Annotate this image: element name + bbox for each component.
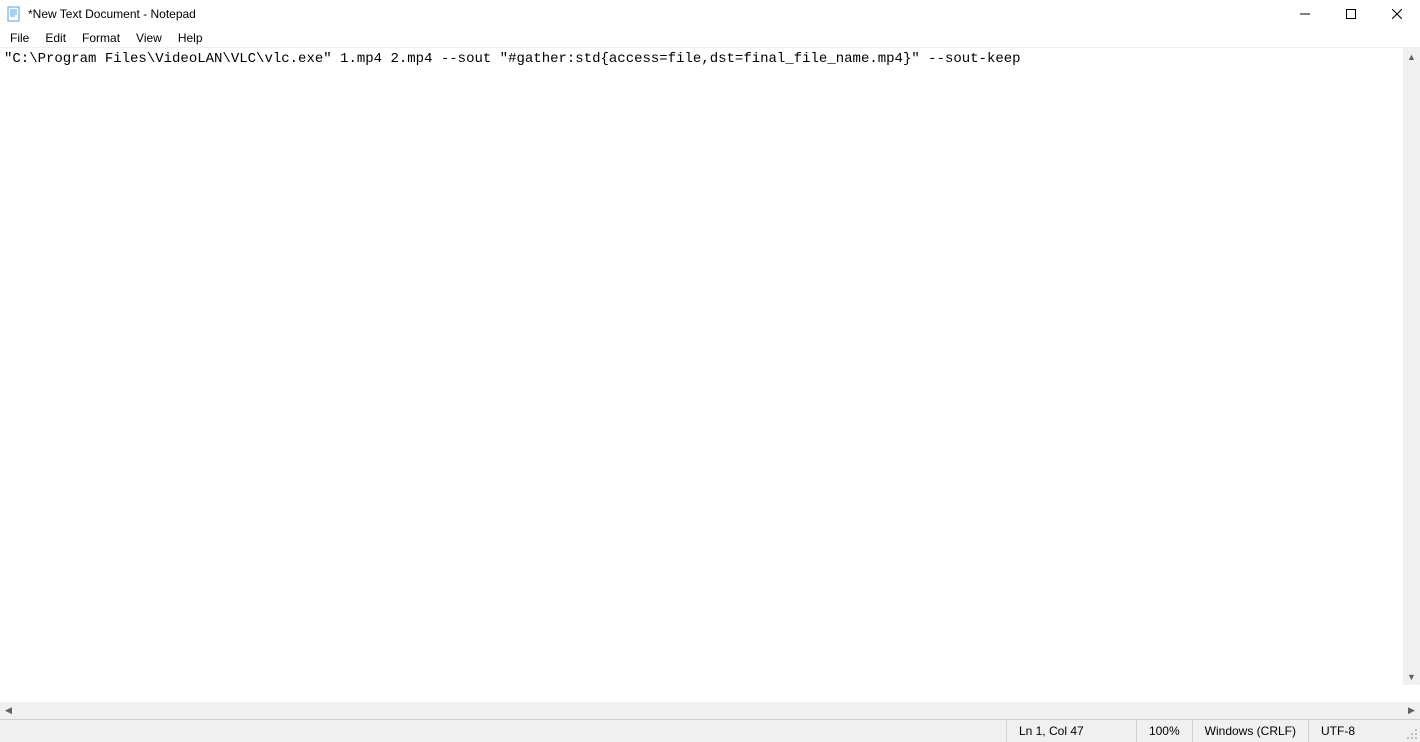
menu-view[interactable]: View [128,29,170,47]
vertical-scrollbar[interactable]: ▲ ▼ [1403,48,1420,685]
close-button[interactable] [1374,0,1420,28]
status-zoom: 100% [1136,720,1192,742]
status-cursor-position: Ln 1, Col 47 [1006,720,1136,742]
resize-grip[interactable] [1403,720,1420,742]
titlebar: *New Text Document - Notepad [0,0,1420,28]
menu-format[interactable]: Format [74,29,128,47]
titlebar-left: *New Text Document - Notepad [6,6,196,22]
maximize-icon [1346,7,1356,22]
close-icon [1392,7,1402,22]
minimize-button[interactable] [1282,0,1328,28]
horizontal-scrollbar[interactable]: ◀ ▶ [0,702,1420,719]
status-line-ending: Windows (CRLF) [1192,720,1308,742]
scroll-up-icon[interactable]: ▲ [1403,48,1420,65]
minimize-icon [1300,7,1310,22]
menubar: File Edit Format View Help [0,28,1420,48]
scroll-right-icon[interactable]: ▶ [1403,702,1420,719]
scroll-left-icon[interactable]: ◀ [0,702,17,719]
scroll-down-icon[interactable]: ▼ [1403,668,1420,685]
menu-edit[interactable]: Edit [37,29,74,47]
editor-wrapper: ▲ ▼ [0,48,1420,702]
maximize-button[interactable] [1328,0,1374,28]
menu-help[interactable]: Help [170,29,211,47]
notepad-app-icon [6,6,22,22]
window-title: *New Text Document - Notepad [28,7,196,21]
window-controls [1282,0,1420,28]
statusbar: Ln 1, Col 47 100% Windows (CRLF) UTF-8 [0,719,1420,742]
status-encoding: UTF-8 [1308,720,1403,742]
text-editor[interactable] [0,48,1420,702]
menu-file[interactable]: File [2,29,37,47]
